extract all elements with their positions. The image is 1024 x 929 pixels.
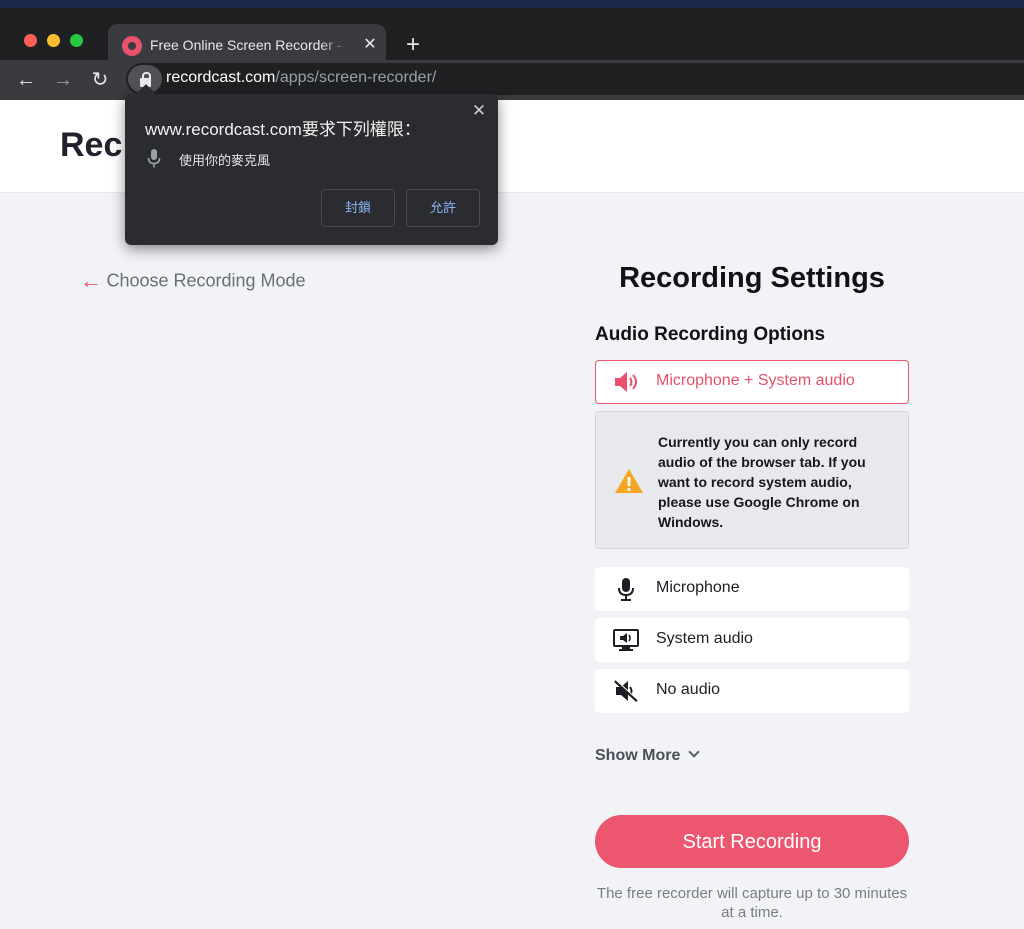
option-label: System audio [656,630,753,647]
warning-icon [615,469,643,493]
arrow-left-icon: ← [80,268,102,293]
option-label: Microphone [656,579,740,596]
back-link-label: Choose Recording Mode [106,270,306,291]
option-microphone[interactable]: Microphone [595,567,909,611]
option-system-audio[interactable]: System audio [595,618,909,662]
desktop-strip [0,0,1024,8]
show-more-toggle[interactable]: Show More [595,746,701,765]
url-text[interactable]: recordcast.com/apps/screen-recorder/ [166,69,436,87]
option-microphone-system-audio[interactable]: Microphone + System audio [595,360,909,404]
new-tab-button[interactable]: + [400,32,426,58]
address-bar[interactable]: recordcast.com/apps/screen-recorder/ [126,63,1024,95]
warning-box: Currently you can only record audio of t… [595,411,909,549]
monitor-speaker-icon [613,629,639,651]
maximize-window-button[interactable] [70,34,83,47]
tab-close-icon[interactable]: ✕ [360,34,380,56]
close-window-button[interactable] [24,34,37,47]
tab-title: Free Online Screen Recorder - [150,37,342,53]
block-button[interactable]: 封鎖 [321,189,395,227]
forward-button[interactable]: → [49,66,77,94]
choose-recording-mode-link[interactable]: ← Choose Recording Mode [80,270,306,294]
microphone-icon [618,578,634,601]
microphone-icon [147,149,161,168]
popup-close-icon[interactable]: ✕ [468,100,490,122]
popup-title: www.recordcast.com要求下列權限： [145,120,421,139]
tab-bar: Free Online Screen Recorder - ✕ + [0,8,1024,68]
url-path: /apps/screen-recorder/ [275,69,437,86]
recording-settings-title: Recording Settings [619,262,885,294]
site-title: Rec [60,126,123,164]
speaker-icon [615,372,637,392]
url-host: recordcast.com [166,69,276,86]
chevron-down-icon [688,746,701,758]
recordcast-favicon-icon [122,36,142,56]
warning-text: Currently you can only record audio of t… [658,434,866,530]
start-recording-button[interactable]: Start Recording [595,815,909,868]
allow-button[interactable]: 允許 [406,189,480,227]
audio-options-title: Audio Recording Options [595,324,826,345]
minimize-window-button[interactable] [47,34,60,47]
mute-icon [614,679,639,702]
permission-microphone-text: 使用你的麥克風 [179,153,271,168]
option-label: Microphone + System audio [656,372,855,389]
permission-popup: ✕ www.recordcast.com要求下列權限： 使用你的麥克風 封鎖 允… [125,84,498,245]
option-label: No audio [656,681,721,698]
show-more-label: Show More [595,747,681,764]
recording-limit-note: The free recorder will capture up to 30 … [596,885,908,921]
reload-button[interactable]: ↻ [86,66,114,94]
option-no-audio[interactable]: No audio [595,669,909,713]
back-button[interactable]: ← [12,66,40,94]
